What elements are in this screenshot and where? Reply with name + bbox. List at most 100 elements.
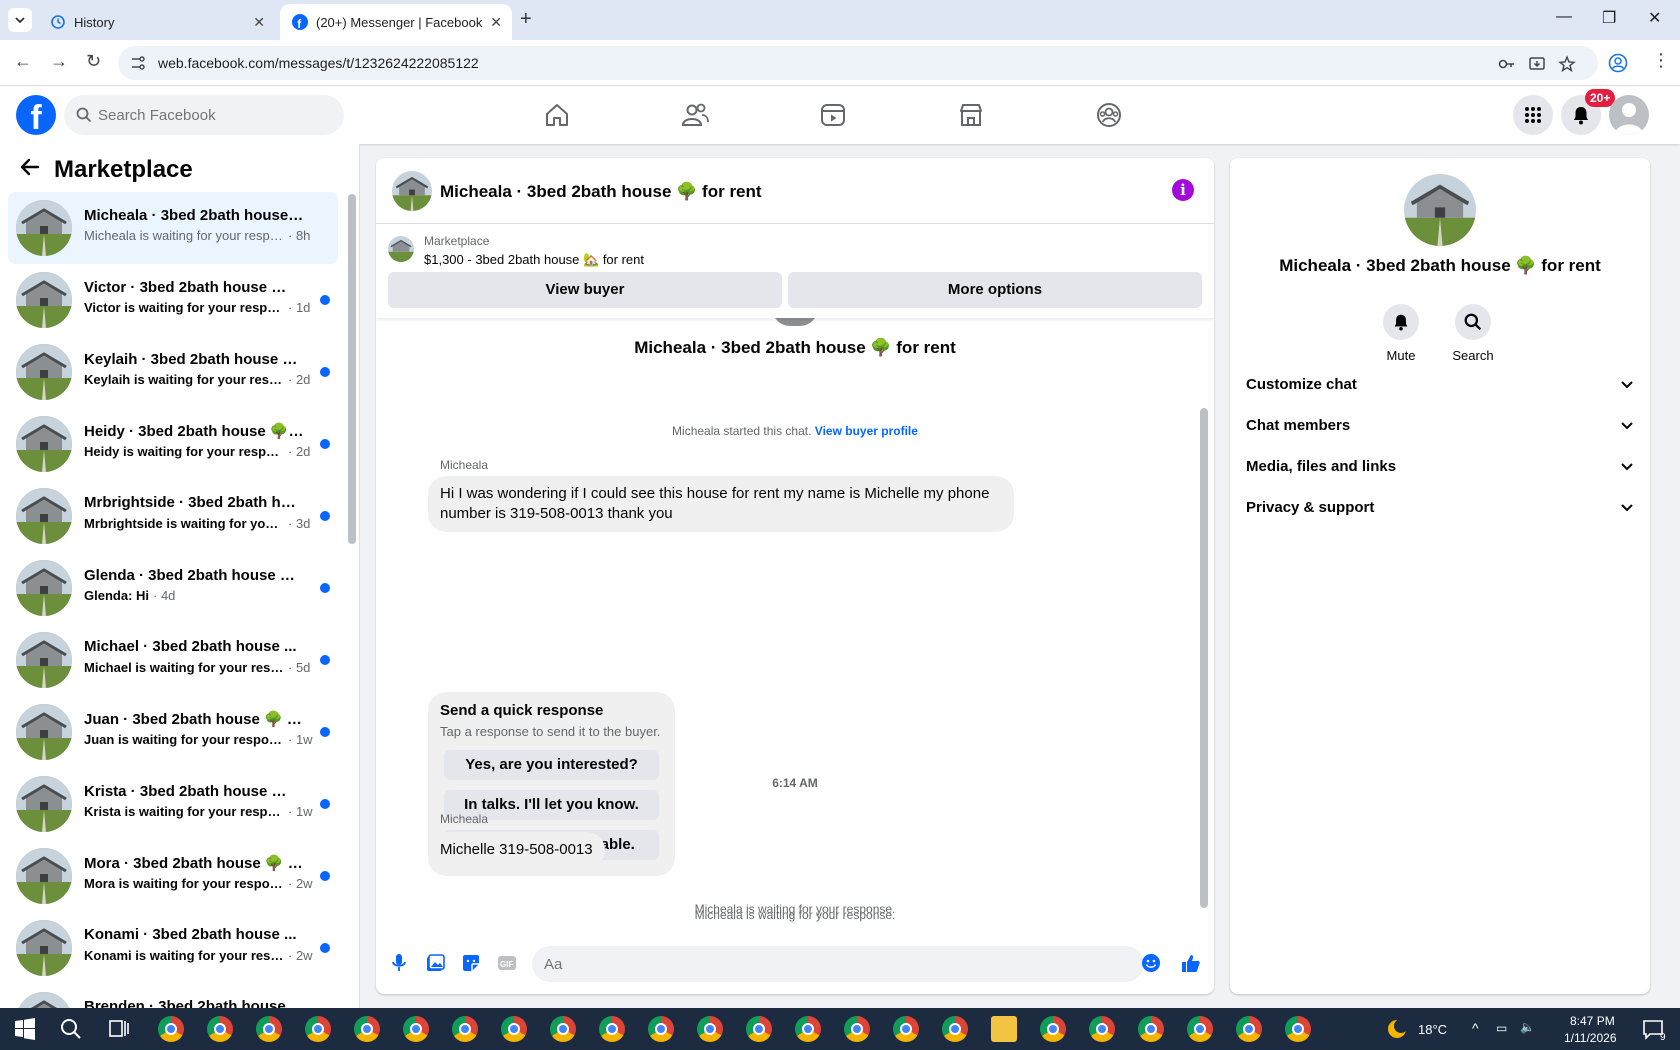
volume-icon[interactable]: 🔈 — [1520, 1020, 1535, 1034]
conversation-item[interactable]: Victor · 3bed 2bath house 🌳 f... Victor i… — [8, 264, 338, 336]
clock-date[interactable]: 1/11/2026 — [1564, 1031, 1617, 1045]
close-tab-icon[interactable]: ✕ — [490, 14, 502, 31]
view-buyer-profile-link[interactable]: View buyer profile — [815, 424, 918, 438]
conversation-item[interactable]: Glenda · 3bed 2bath house 🌳 ... Glenda: H… — [8, 552, 338, 624]
chrome-taskbar-icon[interactable] — [207, 1016, 233, 1042]
quick-response-in-talks-button[interactable]: In talks. I'll let you know. — [444, 790, 659, 820]
details-section-row[interactable]: Chat members — [1246, 405, 1634, 445]
tab-history[interactable]: History ✕ — [38, 4, 275, 40]
chrome-taskbar-icon[interactable] — [501, 1016, 527, 1042]
conversation-item[interactable]: Micheala · 3bed 2bath house 🌳... Micheala… — [8, 192, 338, 264]
chrome-taskbar-icon[interactable] — [1138, 1016, 1164, 1042]
emoji-icon[interactable] — [1140, 952, 1162, 974]
task-view-icon[interactable] — [106, 1016, 132, 1042]
facebook-logo-icon[interactable]: f — [16, 95, 56, 135]
network-icon[interactable]: ▭ — [1496, 1021, 1507, 1035]
menu-grid-icon[interactable] — [1513, 95, 1553, 135]
conversation-item[interactable]: Mora · 3bed 2bath house 🌳 f... Mora is wa… — [8, 840, 338, 912]
close-window-icon[interactable]: ✕ — [1648, 8, 1661, 28]
clock-time[interactable]: 8:47 PM — [1570, 1014, 1615, 1028]
sidebar-scrollbar[interactable] — [348, 194, 356, 544]
chrome-taskbar-icon[interactable] — [403, 1016, 429, 1042]
chrome-taskbar-icon[interactable] — [1236, 1016, 1262, 1042]
chrome-taskbar-icon[interactable] — [1285, 1016, 1311, 1042]
chrome-taskbar-icon[interactable] — [1089, 1016, 1115, 1042]
details-section-row[interactable]: Privacy & support — [1246, 487, 1634, 527]
taskbar-search-icon[interactable] — [58, 1016, 84, 1042]
quick-response-yes-button[interactable]: Yes, are you interested? — [444, 750, 659, 780]
minimize-icon[interactable]: — — [1556, 8, 1572, 26]
profile-icon[interactable] — [1608, 53, 1628, 73]
gif-icon[interactable]: GIF — [496, 952, 518, 974]
chrome-taskbar-icon[interactable] — [1040, 1016, 1066, 1042]
chrome-taskbar-icon[interactable] — [550, 1016, 576, 1042]
chrome-taskbar-icon[interactable] — [305, 1016, 331, 1042]
chrome-taskbar-icon[interactable] — [942, 1016, 968, 1042]
site-settings-icon[interactable] — [130, 55, 146, 71]
conversation-item[interactable]: Krista · 3bed 2bath house 🌳 f... Krista i… — [8, 768, 338, 840]
listing-price-title[interactable]: $1,300 - 3bed 2bath house 🏡 for rent — [424, 252, 644, 268]
chat-scrollbar[interactable] — [1200, 408, 1208, 908]
restore-icon[interactable]: ❐ — [1602, 8, 1616, 28]
marketplace-nav-icon[interactable] — [956, 100, 986, 130]
chrome-taskbar-icon[interactable] — [452, 1016, 478, 1042]
details-section-row[interactable]: Media, files and links — [1246, 446, 1634, 486]
conversation-info-icon[interactable]: i — [1172, 179, 1194, 201]
weather-icon[interactable] — [1384, 1016, 1410, 1042]
back-icon[interactable]: ← — [14, 51, 32, 72]
file-explorer-icon[interactable] — [991, 1016, 1017, 1042]
chrome-taskbar-icon[interactable] — [697, 1016, 723, 1042]
search-input[interactable] — [98, 95, 334, 135]
contact-avatar[interactable] — [1404, 174, 1476, 246]
microphone-icon[interactable] — [388, 952, 410, 974]
chrome-taskbar-icon[interactable] — [746, 1016, 772, 1042]
tray-chevron-icon[interactable]: ^ — [1472, 1020, 1479, 1036]
chrome-taskbar-icon[interactable] — [158, 1016, 184, 1042]
reload-icon[interactable]: ↻ — [86, 51, 101, 72]
omnibox[interactable]: web.facebook.com/messages/t/123262422208… — [118, 46, 1598, 80]
conversation-item[interactable]: Heidy · 3bed 2bath house 🌳 f... Heidy is … — [8, 408, 338, 480]
mute-button[interactable]: Mute — [1371, 304, 1431, 363]
bookmark-star-icon[interactable] — [1558, 55, 1576, 73]
forward-icon[interactable]: → — [50, 51, 68, 72]
install-app-icon[interactable] — [1528, 55, 1546, 73]
browser-menu-icon[interactable]: ⋮ — [1652, 50, 1670, 71]
details-section-row[interactable]: Customize chat — [1246, 364, 1634, 404]
chrome-taskbar-icon[interactable] — [844, 1016, 870, 1042]
conversation-item[interactable]: Mrbrightside · 3bed 2bath hou... Mrbright… — [8, 480, 338, 552]
conversation-item[interactable]: Juan · 3bed 2bath house 🌳 fo... Juan is w… — [8, 696, 338, 768]
home-nav-icon[interactable] — [542, 100, 572, 130]
account-avatar[interactable] — [1609, 95, 1649, 135]
sticker-icon[interactable] — [460, 952, 482, 974]
photo-icon[interactable] — [424, 952, 446, 974]
chrome-taskbar-icon[interactable] — [1187, 1016, 1213, 1042]
view-buyer-button[interactable]: View buyer — [388, 272, 782, 308]
password-key-icon[interactable] — [1498, 55, 1516, 73]
chrome-taskbar-icon[interactable] — [354, 1016, 380, 1042]
facebook-search[interactable] — [64, 95, 344, 135]
message-input[interactable] — [532, 946, 1144, 982]
listing-thumbnail[interactable] — [388, 236, 414, 262]
chrome-taskbar-icon[interactable] — [795, 1016, 821, 1042]
friends-nav-icon[interactable] — [680, 100, 710, 130]
chrome-taskbar-icon[interactable] — [599, 1016, 625, 1042]
new-tab-icon[interactable]: + — [520, 8, 532, 31]
tab-messenger[interactable]: f (20+) Messenger | Facebook ✕ — [280, 4, 512, 40]
back-arrow-icon[interactable] — [20, 156, 40, 184]
more-options-button[interactable]: More options — [788, 272, 1202, 308]
close-tab-icon[interactable]: ✕ — [253, 14, 265, 31]
message-bubble[interactable]: Hi I was wondering if I could see this h… — [428, 476, 1014, 532]
quick-response-not-available-button[interactable]: Sorry, it's not available. — [444, 830, 659, 860]
chrome-taskbar-icon[interactable] — [256, 1016, 282, 1042]
video-nav-icon[interactable] — [818, 100, 848, 130]
chrome-taskbar-icon[interactable] — [648, 1016, 674, 1042]
conversation-item[interactable]: Konami · 3bed 2bath house ... Konami is w… — [8, 912, 338, 984]
thumbs-up-icon[interactable] — [1180, 952, 1202, 974]
conversation-item[interactable]: Keylaih · 3bed 2bath house 🌳... Keylaih i… — [8, 336, 338, 408]
conversation-item[interactable]: Michael · 3bed 2bath house ... Michael is… — [8, 624, 338, 696]
conversation-item[interactable]: Brenden · 3bed 2bath house ... — [8, 984, 338, 1008]
windows-start-icon[interactable] — [12, 1016, 38, 1042]
tab-search-dropdown[interactable] — [8, 8, 32, 32]
chrome-taskbar-icon[interactable] — [893, 1016, 919, 1042]
search-conversation-button[interactable]: Search — [1443, 304, 1503, 363]
